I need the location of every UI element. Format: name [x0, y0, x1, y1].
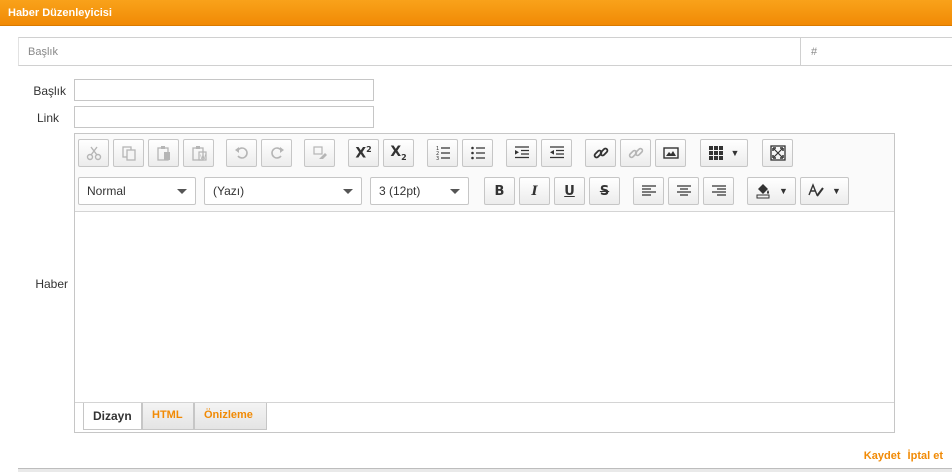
unlink-button[interactable] [620, 139, 651, 167]
cut-button[interactable] [78, 139, 109, 167]
chevron-down-icon: ▼ [779, 186, 788, 196]
align-right-button[interactable] [703, 177, 734, 205]
size-select[interactable]: 3 (12pt) [370, 177, 469, 205]
redo-button[interactable] [261, 139, 292, 167]
window-title: Haber Düzenleyicisi [8, 7, 112, 19]
grid-column-title[interactable]: Başlık [28, 46, 58, 58]
strikethrough-icon: S [599, 183, 610, 199]
grid-column-hash[interactable]: # [811, 46, 817, 58]
fullscreen-button[interactable] [762, 139, 793, 167]
align-center-icon [676, 185, 691, 196]
align-left-icon [641, 185, 656, 196]
redo-icon [270, 147, 284, 159]
underline-icon: U [564, 183, 575, 199]
tab-html-label: HTML [152, 409, 183, 421]
copy-icon [121, 146, 136, 161]
copy-button[interactable] [113, 139, 144, 167]
superscript-icon: X2 [355, 144, 372, 162]
title-label: Başlık [33, 84, 66, 98]
chevron-down-icon [450, 189, 460, 194]
image-icon [662, 147, 679, 159]
content-label: Haber [35, 277, 68, 291]
tab-preview[interactable]: Önizleme [194, 403, 267, 430]
title-input[interactable] [74, 79, 374, 101]
paint-bucket-icon [756, 184, 770, 199]
bold-icon: B [494, 183, 505, 199]
fullscreen-icon [769, 145, 786, 161]
table-dropdown-button[interactable]: ▼ [700, 139, 748, 167]
undo-button[interactable] [226, 139, 257, 167]
align-right-icon [711, 185, 726, 196]
paste-icon [156, 146, 170, 161]
rich-text-editor: W X2 X2 123 ▼ Normal (Yazı) 3 (12pt) B I… [74, 133, 895, 433]
chevron-down-icon [177, 189, 187, 194]
save-link[interactable]: Kaydet [864, 450, 901, 462]
align-center-button[interactable] [668, 177, 699, 205]
chevron-down-icon: ▼ [730, 148, 740, 158]
outdent-button[interactable] [506, 139, 537, 167]
tab-design[interactable]: Dizayn [83, 403, 142, 430]
size-select-value: 3 (12pt) [379, 184, 421, 198]
font-select-value: (Yazı) [213, 184, 245, 198]
unlink-icon [628, 147, 643, 159]
background-color-button[interactable]: ▼ [747, 177, 796, 205]
tab-html[interactable]: HTML [142, 403, 194, 430]
bottom-border [18, 468, 952, 472]
svg-text:W: W [200, 154, 206, 161]
paste-button[interactable] [148, 139, 179, 167]
link-label: Link [36, 111, 59, 125]
editor-content-area[interactable] [75, 213, 894, 402]
link-icon [593, 147, 608, 159]
window-title-bar: Haber Düzenleyicisi [0, 0, 952, 26]
text-color-button[interactable]: ▼ [800, 177, 849, 205]
footer-actions: Kaydet İptal et [860, 450, 943, 462]
image-button[interactable] [655, 139, 686, 167]
text-color-icon [808, 183, 824, 197]
paste-word-button[interactable]: W [183, 139, 214, 167]
indent-button[interactable] [541, 139, 572, 167]
subscript-icon: X2 [390, 144, 407, 162]
italic-button[interactable]: I [519, 177, 550, 205]
editor-mode-tabs: Dizayn HTML Önizleme [75, 402, 894, 432]
italic-icon: I [531, 183, 538, 199]
font-select[interactable]: (Yazı) [204, 177, 362, 205]
editor-toolbar: W X2 X2 123 ▼ Normal (Yazı) 3 (12pt) B I… [75, 134, 894, 212]
paste-word-icon: W [191, 146, 207, 161]
cancel-link[interactable]: İptal et [908, 450, 943, 462]
undo-icon [234, 147, 248, 159]
unordered-list-button[interactable] [462, 139, 493, 167]
subscript-button[interactable]: X2 [383, 139, 414, 167]
underline-button[interactable]: U [554, 177, 585, 205]
clear-format-button[interactable] [304, 139, 335, 167]
link-input[interactable] [74, 106, 374, 128]
superscript-button[interactable]: X2 [348, 139, 379, 167]
grid-header: Başlık # [18, 37, 952, 66]
table-icon [708, 146, 723, 160]
align-left-button[interactable] [633, 177, 664, 205]
tab-preview-label: Önizleme [204, 409, 253, 421]
outdent-icon [514, 146, 529, 159]
ordered-list-button[interactable]: 123 [427, 139, 458, 167]
cut-icon [86, 146, 101, 161]
tab-design-label: Dizayn [93, 409, 132, 423]
ordered-list-icon: 123 [436, 146, 450, 161]
strikethrough-button[interactable]: S [589, 177, 620, 205]
grid-column-divider [800, 38, 801, 65]
chevron-down-icon: ▼ [832, 186, 841, 196]
chevron-down-icon [343, 189, 353, 194]
link-button[interactable] [585, 139, 616, 167]
format-select[interactable]: Normal [78, 177, 196, 205]
svg-text:3: 3 [436, 156, 439, 161]
indent-icon [549, 146, 564, 159]
format-select-value: Normal [87, 184, 126, 198]
bold-button[interactable]: B [484, 177, 515, 205]
unordered-list-icon [470, 146, 485, 160]
clear-format-icon [312, 146, 327, 159]
